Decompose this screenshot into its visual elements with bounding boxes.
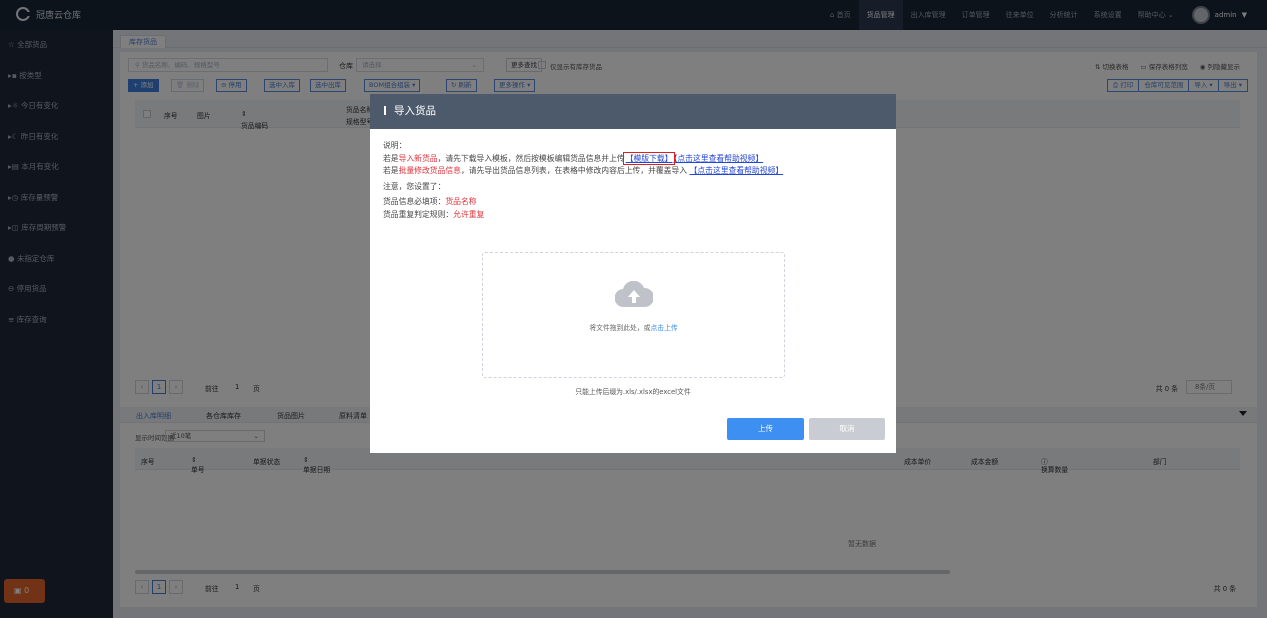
note-label: 注意，您设置了： (383, 181, 446, 191)
instruction-line-1: 若是导入新货品，请先下载导入模板，然后按模板编辑货品信息并上传【模版下载】【点击… (383, 151, 764, 165)
click-upload-link[interactable]: 点击上传 (650, 324, 677, 332)
title-bar-icon (384, 106, 386, 115)
instruction-line-2: 若是批量修改货品信息，请先导出货品信息列表，在表格中修改内容后上传，并覆盖导入 … (383, 166, 784, 175)
file-type-tip: 只能上传后缀为.xls/.xlsx的excel文件 (575, 388, 691, 396)
dialog-header: 导入货品 (370, 94, 896, 129)
upload-dropzone[interactable]: 将文件拖到此处，或点击上传 (482, 252, 785, 378)
help-video-link-2[interactable]: 【点击这里查看帮助视频】 (690, 166, 784, 175)
dialog-title: 导入货品 (394, 105, 436, 117)
cancel-button[interactable]: 取消 (809, 418, 885, 440)
desc-label: 说明： (383, 141, 407, 150)
import-goods-dialog: 导入货品 说明： 若是导入新货品，请先下载导入模板，然后按模板编辑货品信息并上传… (370, 94, 896, 453)
help-video-link-1[interactable]: 【点击这里查看帮助视频】 (673, 154, 763, 163)
cloud-upload-icon (615, 281, 653, 307)
dialog-instructions: 说明： 若是导入新货品，请先下载导入模板，然后按模板编辑货品信息并上传【模版下载… (383, 140, 888, 221)
duplicate-rule: 货品重复判定规则：允许重复 (383, 209, 485, 219)
upload-hint: 将文件拖到此处，或点击上传 (589, 324, 678, 332)
required-rule: 货品信息必填项：货品名称 (383, 197, 477, 206)
template-download-link[interactable]: 【模版下载】 (622, 151, 676, 165)
upload-button[interactable]: 上传 (727, 418, 804, 440)
